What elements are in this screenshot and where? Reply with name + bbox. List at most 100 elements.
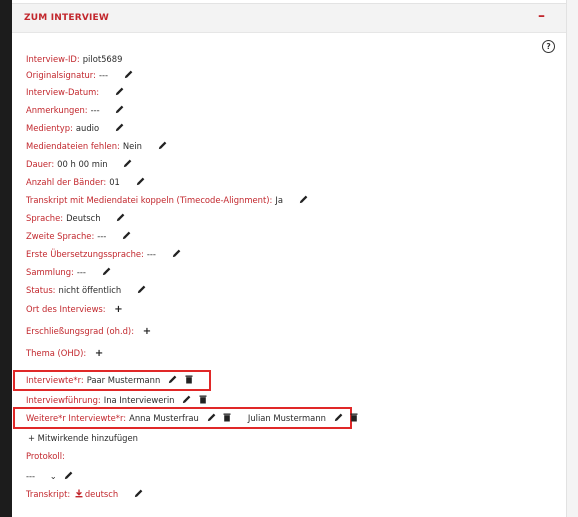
row-erschliessungsgrad: Erschließungsgrad (oh.d): + xyxy=(26,324,151,338)
row-transkript: Transkript: deutsch xyxy=(26,487,144,501)
pencil-icon[interactable] xyxy=(135,176,146,187)
pencil-icon[interactable] xyxy=(136,284,147,295)
pencil-icon[interactable] xyxy=(101,266,112,277)
field-value: --- xyxy=(90,105,100,115)
trash-icon[interactable] xyxy=(350,413,358,422)
field-value: Paar Mustermann xyxy=(86,375,161,385)
pencil-icon[interactable] xyxy=(114,104,125,115)
field-value: Julian Mustermann xyxy=(247,413,326,423)
field-value: audio xyxy=(75,123,100,133)
trash-icon[interactable] xyxy=(223,413,231,422)
row-originalsignatur: Originalsignatur: --- xyxy=(26,68,134,82)
field-value: Anna Musterfrau xyxy=(129,413,199,423)
transkript-download-link[interactable]: deutsch xyxy=(85,489,118,499)
pencil-icon[interactable] xyxy=(115,212,126,223)
panel-header[interactable]: ZUM INTERVIEW – xyxy=(12,3,566,33)
download-icon[interactable] xyxy=(75,489,83,498)
row-dauer: Dauer: 00 h 00 min xyxy=(26,157,133,171)
field-label: Ort des Interviews: xyxy=(26,304,106,314)
field-label: Anmerkungen: xyxy=(26,105,88,115)
plus-icon[interactable]: + xyxy=(95,347,103,361)
pencil-icon[interactable] xyxy=(121,230,132,241)
field-label: Zweite Sprache: xyxy=(26,231,95,241)
pencil-icon[interactable] xyxy=(133,488,144,499)
right-scroll-gutter xyxy=(566,0,578,517)
field-value: pilot5689 xyxy=(82,54,123,64)
field-value: --- xyxy=(76,267,86,277)
field-value: Nein xyxy=(122,141,142,151)
field-value: --- xyxy=(26,471,36,481)
field-value: Ina Interviewerin xyxy=(103,395,175,405)
row-interviewfuehrung: Interviewführung: Ina Interviewerin xyxy=(26,393,207,407)
field-value: 00 h 00 min xyxy=(57,159,108,169)
row-anzahl-baender: Anzahl der Bänder: 01 xyxy=(26,175,146,189)
row-erste-uebersetzungssprache: Erste Übersetzungssprache: --- xyxy=(26,247,182,261)
field-label: Dauer: xyxy=(26,159,55,169)
row-interview-id: Interview-ID: pilot5689 xyxy=(26,52,122,66)
row-protokoll-value: --- ⌄ xyxy=(26,469,74,483)
field-label: Interview-Datum: xyxy=(26,87,100,97)
field-value: Deutsch xyxy=(66,213,101,223)
trash-icon[interactable] xyxy=(185,375,193,384)
row-thema: Thema (OHD): + xyxy=(26,346,103,360)
field-value: Ja xyxy=(275,195,283,205)
field-label: Interviewführung: xyxy=(26,395,101,405)
interview-panel: ZUM INTERVIEW – ? Interview-ID: pilot5689… xyxy=(12,0,566,517)
pencil-icon[interactable] xyxy=(167,374,178,385)
panel-title: ZUM INTERVIEW xyxy=(24,13,110,23)
plus-icon[interactable]: + xyxy=(114,303,122,317)
field-label: Status: xyxy=(26,285,56,295)
row-weitere-interviewte: Weitere*r Interviewte*r: Anna Musterfrau … xyxy=(26,411,358,425)
trash-icon[interactable] xyxy=(199,395,207,404)
pencil-icon[interactable] xyxy=(114,122,125,133)
field-label: Medientyp: xyxy=(26,123,73,133)
row-interviewte: Interviewte*r: Paar Mustermann xyxy=(26,373,193,387)
pencil-icon[interactable] xyxy=(171,248,182,259)
row-interview-datum: Interview-Datum: xyxy=(26,85,125,99)
field-label: Interview-ID: xyxy=(26,54,80,64)
row-anmerkungen: Anmerkungen: --- xyxy=(26,103,125,117)
row-transkript-koppeln: Transkript mit Mediendatei koppeln (Time… xyxy=(26,193,309,207)
field-label: Protokoll: xyxy=(26,451,65,461)
pencil-icon[interactable] xyxy=(206,412,217,423)
pencil-icon[interactable] xyxy=(157,140,168,151)
left-sidebar-edge xyxy=(0,0,12,517)
pencil-icon[interactable] xyxy=(122,158,133,169)
field-label: Thema (OHD): xyxy=(26,348,87,358)
field-label: Erschließungsgrad (oh.d): xyxy=(26,326,135,336)
pencil-icon[interactable] xyxy=(181,394,192,405)
collapse-button[interactable]: – xyxy=(538,8,545,24)
field-value: --- xyxy=(146,249,156,259)
add-mitwirkende-button[interactable]: + Mitwirkende hinzufügen xyxy=(28,431,138,445)
plus-icon[interactable]: + xyxy=(143,325,151,339)
add-mitwirkende-label: + Mitwirkende hinzufügen xyxy=(28,433,138,443)
field-value: nicht öffentlich xyxy=(58,285,122,295)
field-label: Transkript mit Mediendatei koppeln (Time… xyxy=(26,195,273,205)
row-status: Status: nicht öffentlich xyxy=(26,283,147,297)
row-sprache: Sprache: Deutsch xyxy=(26,211,126,225)
field-label: Mediendateien fehlen: xyxy=(26,141,120,151)
pencil-icon[interactable] xyxy=(123,69,134,80)
field-label: Originalsignatur: xyxy=(26,70,96,80)
help-icon[interactable]: ? xyxy=(542,40,555,53)
field-value: --- xyxy=(98,70,109,80)
field-label: Weitere*r Interviewte*r: xyxy=(26,413,127,423)
field-label: Sammlung: xyxy=(26,267,74,277)
field-label: Sprache: xyxy=(26,213,64,223)
field-label: Anzahl der Bänder: xyxy=(26,177,107,187)
pencil-icon[interactable] xyxy=(114,86,125,97)
pencil-icon[interactable] xyxy=(333,412,344,423)
row-zweite-sprache: Zweite Sprache: --- xyxy=(26,229,132,243)
row-sammlung: Sammlung: --- xyxy=(26,265,112,279)
pencil-icon[interactable] xyxy=(63,470,74,481)
row-protokoll: Protokoll: xyxy=(26,449,65,463)
field-label: Interviewte*r: xyxy=(26,375,84,385)
row-ort: Ort des Interviews: + xyxy=(26,302,123,316)
field-label: Transkript: xyxy=(26,489,71,499)
row-mediendateien-fehlen: Mediendateien fehlen: Nein xyxy=(26,139,168,153)
field-value: 01 xyxy=(109,177,120,187)
field-label: Erste Übersetzungssprache: xyxy=(26,249,144,259)
field-value: --- xyxy=(97,231,107,241)
chevron-down-icon[interactable]: ⌄ xyxy=(50,471,57,481)
pencil-icon[interactable] xyxy=(298,194,309,205)
